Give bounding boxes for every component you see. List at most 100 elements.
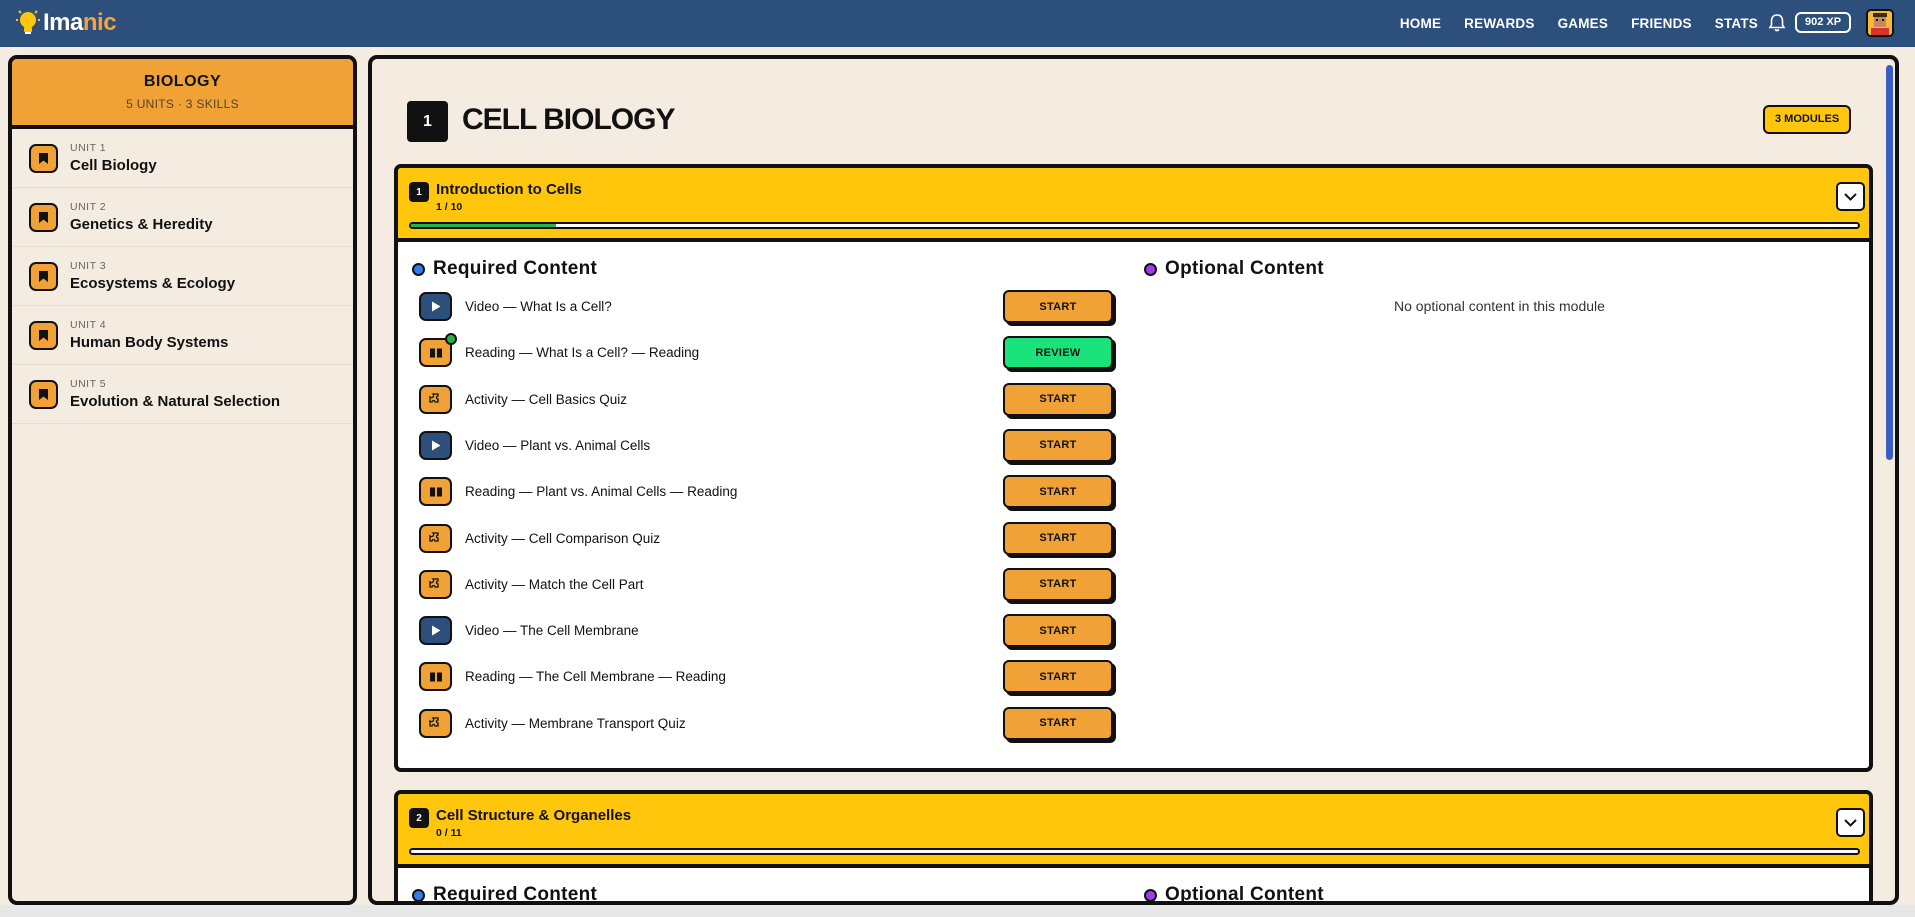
sidebar-header: BIOLOGY 5 UNITS · 3 SKILLS: [12, 59, 353, 129]
content-item-label: Reading — What Is a Cell? — Reading: [465, 345, 700, 361]
bookmark-icon: [29, 143, 58, 173]
section-label: Required Content: [433, 258, 598, 279]
start-button[interactable]: START: [1003, 475, 1113, 509]
blue-dot-icon: [412, 888, 425, 901]
unit-number-badge: 1: [407, 101, 448, 142]
avatar-face-icon: [1868, 11, 1892, 35]
start-button[interactable]: START: [1003, 706, 1113, 740]
unit-label: UNIT 4: [70, 319, 107, 331]
chevron-down-icon: [1844, 818, 1857, 827]
content-item-row[interactable]: Video — Plant vs. Animal Cells START: [419, 428, 1119, 462]
play-icon: [419, 292, 452, 321]
nav-friends[interactable]: FRIENDS: [1631, 16, 1692, 31]
progress-fill: [411, 224, 556, 227]
start-button[interactable]: START: [1003, 382, 1113, 416]
window-bottom-edge: [0, 905, 1915, 917]
module-header[interactable]: 1 Introduction to Cells 1 / 10: [398, 168, 1869, 242]
content-item-label: Reading — Plant vs. Animal Cells — Readi…: [465, 484, 738, 500]
course-subtitle: 5 UNITS · 3 SKILLS: [126, 97, 239, 111]
content-item-row[interactable]: Video — What Is a Cell? START: [419, 290, 1119, 323]
content-item-row[interactable]: Activity — Cell Basics Quiz START: [419, 382, 1119, 416]
start-button[interactable]: START: [1003, 660, 1113, 694]
start-button[interactable]: START: [1003, 428, 1113, 462]
chevron-down-icon: [1844, 192, 1857, 201]
content-item-row[interactable]: Activity — Match the Cell Part START: [419, 567, 1119, 601]
xp-badge[interactable]: 902 XP: [1795, 12, 1852, 33]
bookmark-icon: [29, 320, 58, 350]
section-label: Required Content: [433, 884, 598, 905]
collapse-toggle-button[interactable]: [1836, 182, 1865, 211]
module-card-2: 2 Cell Structure & Organelles 0 / 11 Req…: [394, 790, 1873, 905]
blue-dot-icon: [412, 262, 425, 276]
bookmark-icon: [29, 379, 58, 409]
app-logo[interactable]: Imanic: [14, 8, 117, 38]
optional-content-heading: Optional Content: [1144, 258, 1324, 280]
content-item-row[interactable]: Activity — Membrane Transport Quiz START: [419, 706, 1119, 740]
section-label: Optional Content: [1165, 258, 1324, 279]
modules-count-badge: 3 MODULES: [1763, 105, 1852, 134]
avatar[interactable]: [1866, 9, 1894, 37]
sidebar-item-unit-3[interactable]: UNIT 3 Ecosystems & Ecology: [12, 247, 353, 306]
content-item-row[interactable]: Reading — The Cell Membrane — Reading STA…: [419, 660, 1119, 694]
start-button[interactable]: START: [1003, 614, 1113, 648]
start-button[interactable]: START: [1003, 567, 1113, 601]
content-item-row[interactable]: Activity — Cell Comparison Quiz START: [419, 521, 1119, 555]
course-title: BIOLOGY: [143, 73, 222, 90]
unit-content-panel: 1 CELL BIOLOGY 3 MODULES 1 Introduction …: [368, 55, 1899, 905]
content-item-row[interactable]: Reading — Plant vs. Animal Cells — Readi…: [419, 475, 1119, 509]
nav-home[interactable]: HOME: [1400, 16, 1441, 31]
main-nav: HOME REWARDS GAMES FRIENDS STATS: [1400, 0, 1758, 47]
nav-games[interactable]: GAMES: [1558, 16, 1609, 31]
bookmark-icon: [29, 202, 58, 232]
unit-name: Evolution & Natural Selection: [70, 393, 281, 410]
play-icon: [419, 616, 452, 646]
play-icon: [419, 430, 452, 460]
module-title: Introduction to Cells: [436, 181, 582, 198]
purple-dot-icon: [1144, 888, 1157, 901]
puzzle-icon: [419, 523, 452, 553]
top-navbar: Imanic HOME REWARDS GAMES FRIENDS STATS …: [0, 0, 1915, 47]
lightbulb-icon: [16, 10, 40, 34]
unit-name: Ecosystems & Ecology: [70, 275, 236, 292]
content-item-label: Video — Plant vs. Animal Cells: [465, 437, 651, 453]
puzzle-icon: [419, 384, 452, 414]
unit-name: Human Body Systems: [70, 334, 229, 351]
content-item-row[interactable]: Video — The Cell Membrane START: [419, 614, 1119, 648]
module-number-badge: 2: [409, 808, 429, 828]
sidebar-item-unit-4[interactable]: UNIT 4 Human Body Systems: [12, 306, 353, 365]
unit-name: Genetics & Heredity: [70, 216, 213, 233]
completed-check-icon: [445, 333, 457, 346]
collapse-toggle-button[interactable]: [1836, 808, 1865, 837]
module-number-badge: 1: [409, 182, 429, 202]
logo-text: Imanic: [43, 9, 117, 36]
module-progress-count: 0 / 11: [436, 827, 462, 839]
start-button[interactable]: START: [1003, 521, 1113, 555]
required-content-heading: Required Content: [412, 258, 597, 280]
module-header[interactable]: 2 Cell Structure & Organelles 0 / 11: [398, 794, 1869, 868]
module-progress-bar: [409, 848, 1860, 855]
nav-rewards[interactable]: REWARDS: [1464, 16, 1534, 31]
unit-label: UNIT 5: [70, 378, 107, 390]
scrollbar[interactable]: [1886, 65, 1893, 460]
sidebar-item-unit-2[interactable]: UNIT 2 Genetics & Heredity: [12, 188, 353, 247]
start-button[interactable]: START: [1003, 290, 1113, 323]
nav-stats[interactable]: STATS: [1715, 16, 1758, 31]
unit-label: UNIT 2: [70, 201, 107, 213]
page-title: CELL BIOLOGY: [462, 103, 675, 136]
bookmark-icon: [29, 261, 58, 291]
content-item-label: Activity — Cell Comparison Quiz: [465, 530, 661, 546]
content-item-row[interactable]: Reading — What Is a Cell? — Reading REVIE…: [419, 333, 1119, 370]
content-item-label: Video — What Is a Cell?: [465, 299, 612, 314]
module-title: Cell Structure & Organelles: [436, 807, 632, 824]
sidebar-item-unit-5[interactable]: UNIT 5 Evolution & Natural Selection: [12, 365, 353, 424]
review-button[interactable]: REVIEW: [1003, 336, 1113, 370]
puzzle-icon: [419, 569, 452, 599]
sidebar-item-unit-1[interactable]: UNIT 1 Cell Biology: [12, 129, 353, 188]
section-label: Optional Content: [1165, 884, 1324, 905]
content-item-label: Video — The Cell Membrane: [465, 623, 639, 639]
bell-icon[interactable]: [1767, 13, 1787, 33]
puzzle-icon: [419, 708, 452, 738]
unit-name: Cell Biology: [70, 157, 157, 174]
content-item-label: Reading — The Cell Membrane — Reading: [465, 669, 726, 685]
content-item-label: Activity — Cell Basics Quiz: [465, 391, 628, 407]
